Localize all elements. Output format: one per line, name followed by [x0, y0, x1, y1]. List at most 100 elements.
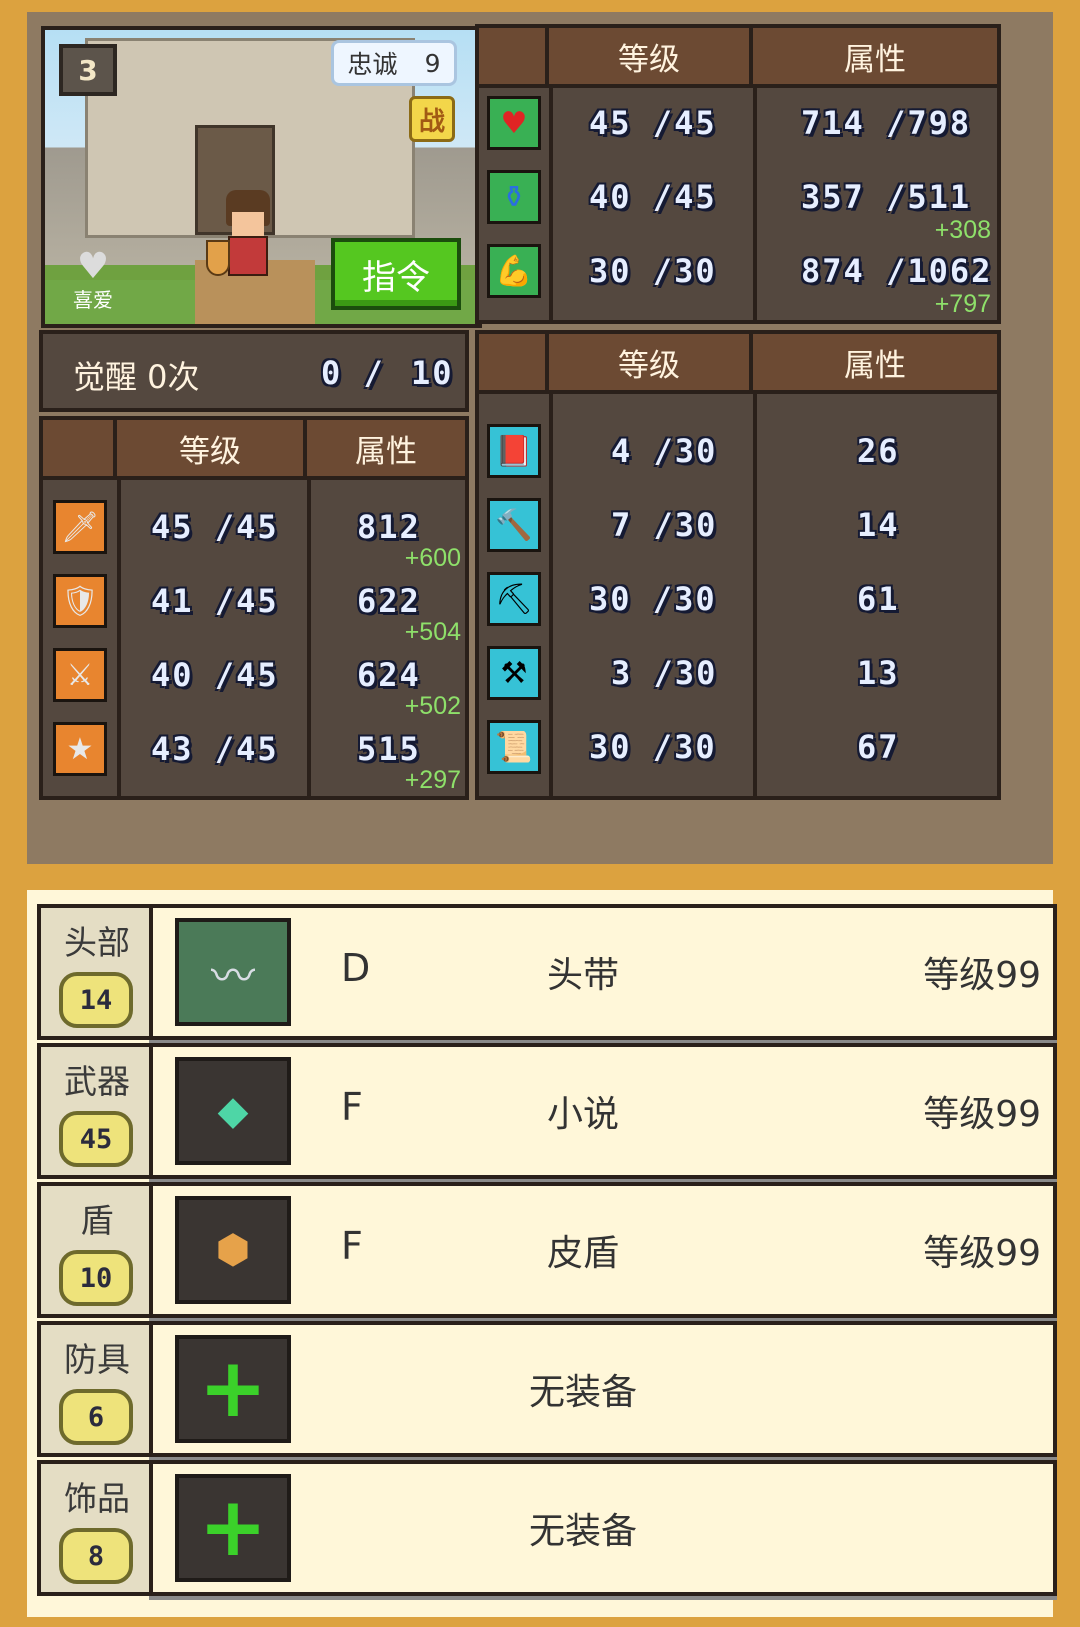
combat-header-level: 等级: [117, 420, 307, 480]
loyalty-value: 9: [424, 48, 441, 78]
equip-row-shield[interactable]: 盾 10 ⬢ F 皮盾 等级99: [37, 1182, 1057, 1318]
headband-icon: 〰: [175, 918, 291, 1026]
equip-item-body[interactable]: ◆ F 小说 等级99: [149, 1043, 1057, 1179]
slot-label-box: 盾 10: [37, 1182, 153, 1318]
slot-level-badge: 14: [59, 972, 133, 1028]
combat-header-attr: 属性: [307, 420, 465, 480]
slot-level-badge: 6: [59, 1389, 133, 1445]
magic-attr: 67: [857, 728, 900, 766]
combat-table: 等级 属性 🗡 45 /45 812 +600 🛡 41 /45 622 +50…: [39, 416, 469, 800]
equip-item-body[interactable]: ⬢ F 皮盾 等级99: [149, 1182, 1057, 1318]
slot-name: 防具: [64, 1340, 130, 1379]
skill-header-blank: [479, 334, 549, 394]
star-icon: ★: [53, 722, 107, 776]
slot-name: 头部: [64, 923, 130, 962]
shovel-icon: ⛏: [487, 572, 541, 626]
add-equipment-button[interactable]: +: [175, 1335, 291, 1443]
battle-badge: 战: [409, 96, 455, 142]
slot-name: 武器: [64, 1062, 130, 1101]
equip-row-armor[interactable]: 防具 6 + 无装备: [37, 1321, 1057, 1457]
item-grade: D: [341, 946, 371, 990]
slot-level-badge: 10: [59, 1250, 133, 1306]
intelligence-level: 4 /30: [611, 432, 718, 470]
equip-item-body[interactable]: + 无装备: [149, 1321, 1057, 1457]
item-level: 等级99: [923, 1094, 1041, 1135]
defense-level: 41 /45: [151, 582, 279, 620]
equip-row-accessory[interactable]: 饰品 8 + 无装备: [37, 1460, 1057, 1596]
mp-bonus: +308: [934, 216, 991, 244]
no-equipment-label: 无装备: [528, 1511, 637, 1552]
intelligence-attr: 26: [857, 432, 900, 470]
item-grade: F: [341, 1224, 363, 1268]
luck-level: 43 /45: [151, 730, 279, 768]
magic-level: 30 /30: [589, 728, 717, 766]
hammer-icon: 🔨: [487, 498, 541, 552]
novel-icon: ◆: [175, 1057, 291, 1165]
add-equipment-button[interactable]: +: [175, 1474, 291, 1582]
stamina-bonus: +797: [934, 290, 991, 318]
slot-label-box: 防具 6: [37, 1321, 153, 1457]
slot-name: 饰品: [64, 1479, 130, 1518]
defense-bonus: +504: [404, 618, 461, 646]
loyalty-badge: 忠诚 9: [331, 40, 457, 86]
residence-icon[interactable]: 3: [59, 44, 117, 96]
heart-icon: ♥: [487, 96, 541, 150]
equipment-panel: 头部 14 〰 D 头带 等级99 武器 45 ◆ F 小说 等级99 盾 10…: [27, 890, 1057, 1617]
item-name: 小说: [546, 1094, 619, 1135]
scroll-icon: 📜: [487, 720, 541, 774]
dig-attr: 61: [857, 580, 900, 618]
luck-bonus: +297: [404, 766, 461, 794]
equip-item-body[interactable]: 〰 D 头带 等级99: [149, 904, 1057, 1040]
agility-level: 40 /45: [151, 656, 279, 694]
forge-attr: 13: [857, 654, 900, 692]
muscle-icon: 💪: [487, 244, 541, 298]
vitals-header-level: 等级: [549, 28, 753, 88]
stamina-level: 30 /30: [589, 252, 717, 290]
leather-shield-icon: ⬢: [175, 1196, 291, 1304]
slot-name: 盾: [80, 1201, 114, 1240]
slot-level-badge: 8: [59, 1528, 133, 1584]
hp-attr: 714 /798: [801, 104, 972, 142]
favorite-label: 喜爱: [73, 288, 113, 312]
loyalty-label: 忠诚: [347, 50, 398, 79]
slot-level-badge: 45: [59, 1111, 133, 1167]
attack-level: 45 /45: [151, 508, 279, 546]
favorite-button[interactable]: ♥ 喜爱: [63, 246, 123, 313]
skill-header-level: 等级: [549, 334, 753, 394]
sword-icon: 🗡: [53, 500, 107, 554]
equip-item-body[interactable]: + 无装备: [149, 1460, 1057, 1596]
character-stats-panel: 3 忠诚 9 战 ♥ 喜爱 指令 等级 属性 ♥ 45 /45 714 /798…: [27, 12, 1053, 864]
book-icon: 📕: [487, 424, 541, 478]
awaken-bar: 觉醒 0次 0 / 10: [39, 330, 469, 412]
item-name: 头带: [546, 955, 619, 996]
combat-header-blank: [43, 420, 117, 480]
plus-icon: +: [198, 1480, 268, 1575]
attack-attr: 812: [357, 508, 421, 546]
dig-level: 30 /30: [589, 580, 717, 618]
armor-icon: ⚔: [53, 648, 107, 702]
mp-attr: 357 /511: [801, 178, 972, 216]
craft-attr: 14: [857, 506, 900, 544]
item-name: 皮盾: [546, 1233, 619, 1274]
shield-icon: 🛡: [53, 574, 107, 628]
potion-icon: ⚱: [487, 170, 541, 224]
equip-row-head[interactable]: 头部 14 〰 D 头带 等级99: [37, 904, 1057, 1040]
slot-label-box: 头部 14: [37, 904, 153, 1040]
equip-row-weapon[interactable]: 武器 45 ◆ F 小说 等级99: [37, 1043, 1057, 1179]
awaken-progress: 0 /: [321, 354, 385, 392]
stamina-attr: 874 /1062: [801, 252, 993, 290]
slot-label-box: 饰品 8: [37, 1460, 153, 1596]
item-level: 等级99: [923, 1233, 1041, 1274]
command-button[interactable]: 指令: [331, 238, 461, 310]
awaken-label: 觉醒 0次: [73, 358, 200, 396]
awaken-max: 10: [411, 354, 454, 392]
plus-icon: +: [198, 1341, 268, 1436]
defense-attr: 622: [357, 582, 421, 620]
vitals-header-blank: [479, 28, 549, 88]
hp-level: 45 /45: [589, 104, 717, 142]
forge-level: 3 /30: [611, 654, 718, 692]
heart-outline-icon: ♥: [76, 246, 110, 287]
vitals-table: 等级 属性 ♥ 45 /45 714 /798 ⚱ 40 /45 357 /51…: [475, 24, 1001, 324]
attack-bonus: +600: [404, 544, 461, 572]
mp-level: 40 /45: [589, 178, 717, 216]
